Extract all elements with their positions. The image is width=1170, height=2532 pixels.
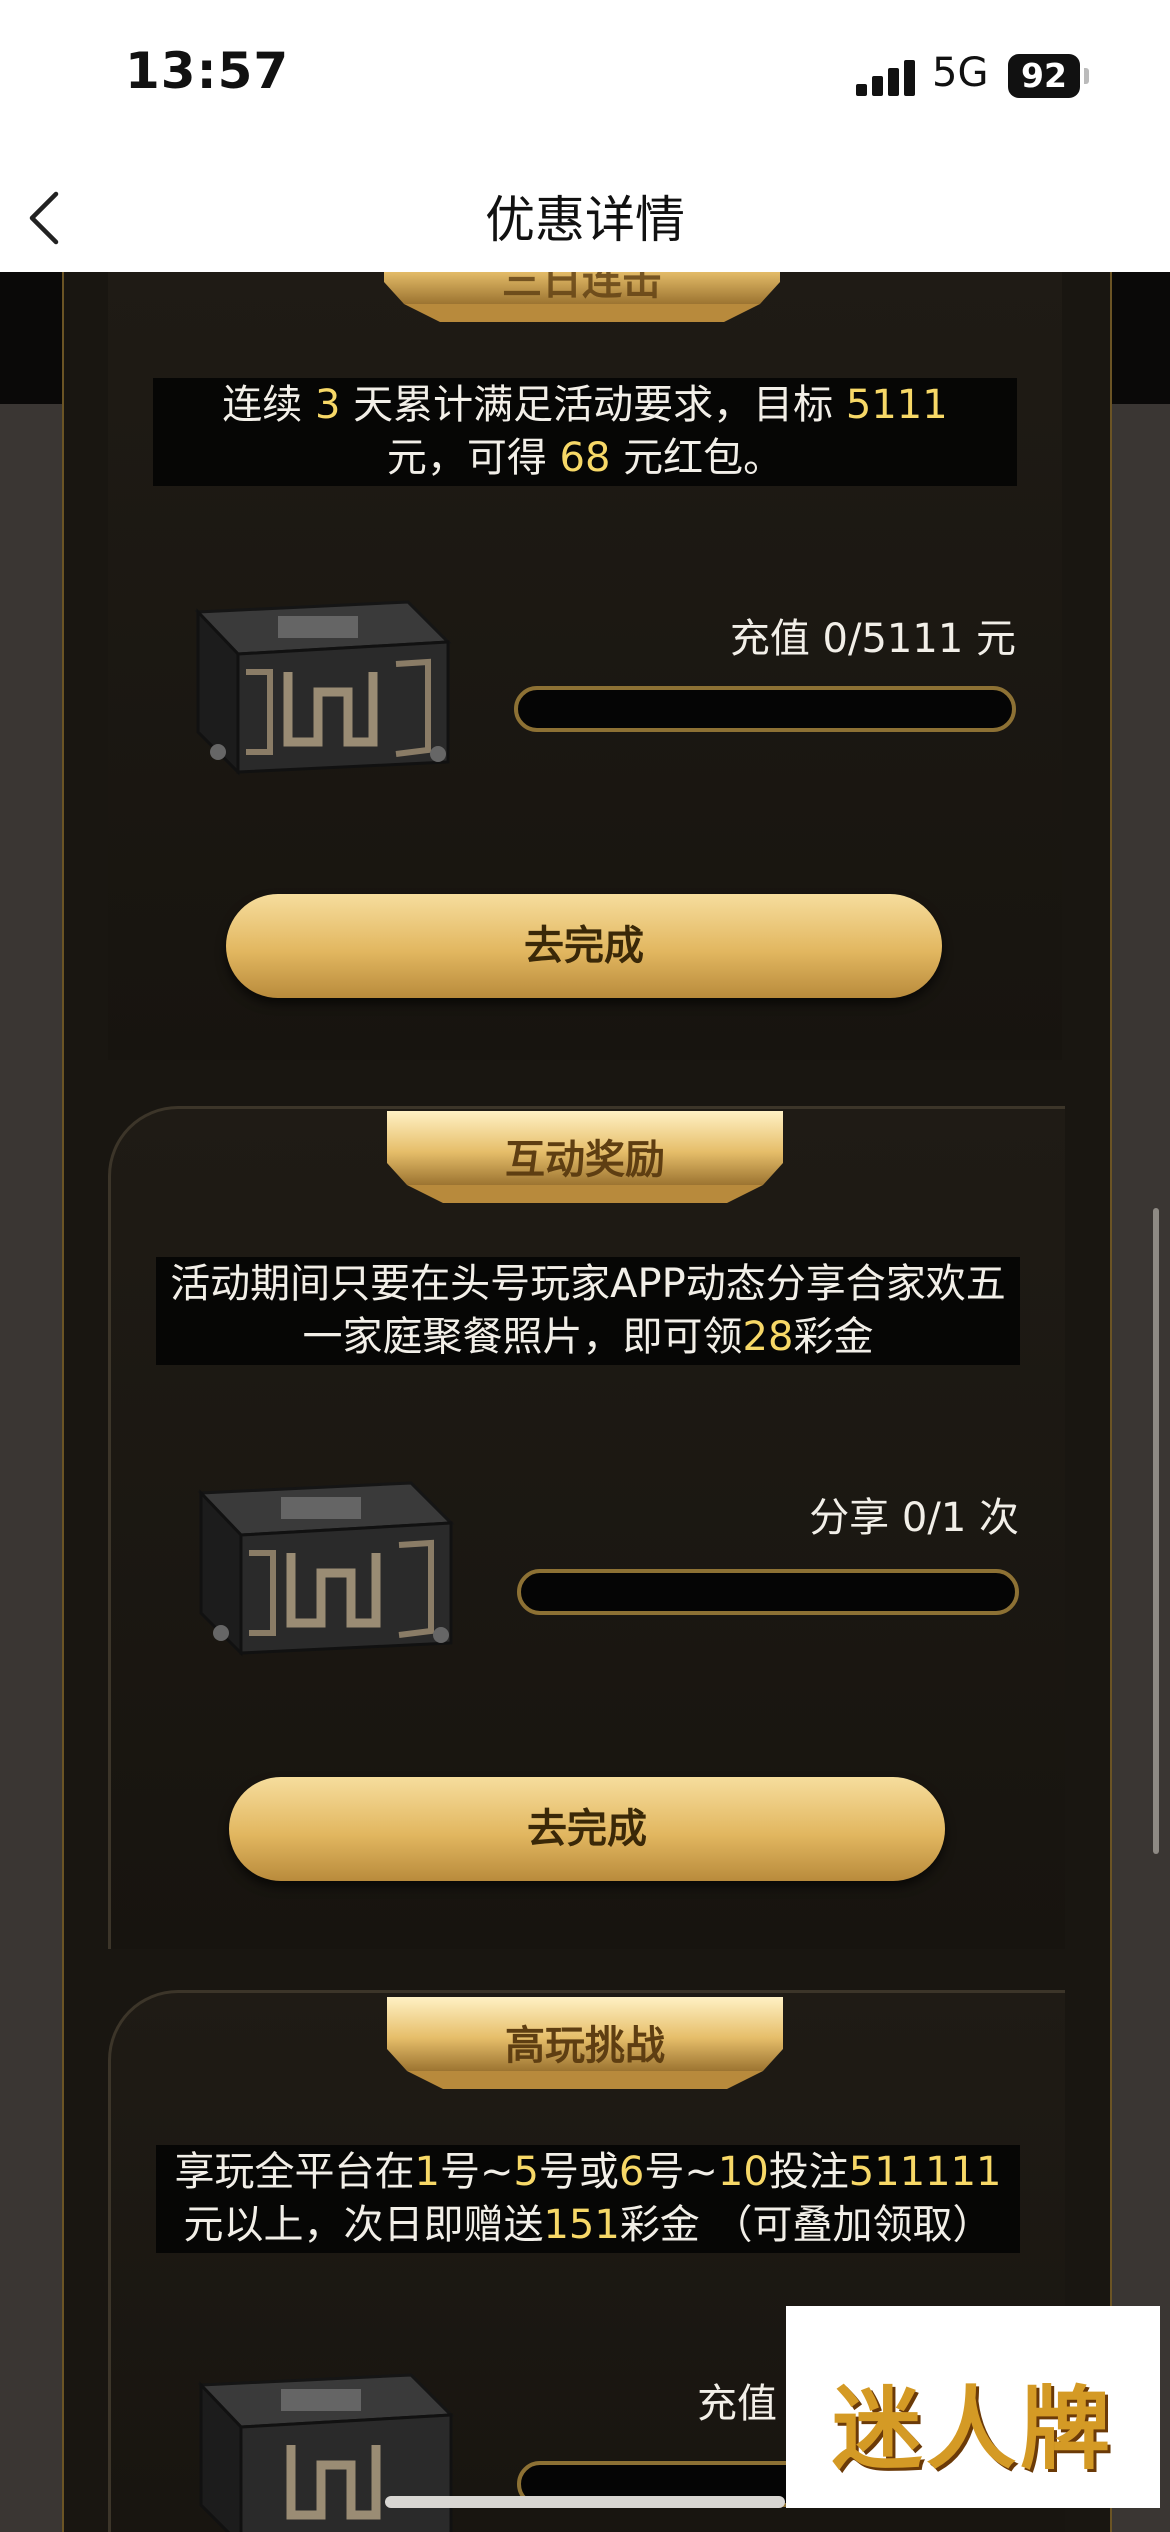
desc-text: 彩金 （可叠加领取）: [619, 2202, 993, 2248]
content-area: 三日连击 连续 3 天累计满足活动要求，目标 5111 元，可得 68 元红包。…: [0, 272, 1170, 2532]
desc-text: 号~: [439, 2149, 514, 2195]
desc-highlight: 511111: [848, 2149, 1002, 2195]
task-title: 互动奖励: [505, 1137, 665, 1183]
desc-highlight: 1: [414, 2149, 440, 2195]
task-card-2: 互动奖励 活动期间只要在头号玩家APP动态分享合家欢五一家庭聚餐照片，即可领28…: [108, 1106, 1065, 1949]
nav-bar: 优惠详情: [0, 160, 1170, 272]
page-title: 优惠详情: [485, 191, 685, 249]
status-time: 13:57: [125, 42, 290, 100]
task-card-1: 三日连击 连续 3 天累计满足活动要求，目标 5111 元，可得 68 元红包。…: [108, 272, 1062, 1060]
desc-highlight: 5111: [845, 382, 948, 428]
treasure-chest-icon: [194, 600, 452, 776]
progress-bar: [517, 1569, 1019, 1615]
desc-text: 号或: [538, 2149, 619, 2195]
complete-button[interactable]: 去完成: [229, 1777, 945, 1881]
battery-tip: [1084, 68, 1089, 84]
task-description: 享玩全平台在1号~5号或6号~10投注511111元以上，次日即赠送151彩金 …: [156, 2145, 1020, 2253]
status-bar: 13:57 5G 92: [0, 0, 1170, 160]
progress-bar: [514, 686, 1016, 732]
progress-label: 充值: [697, 2381, 777, 2427]
desc-text: 天累计满足活动要求，目标: [340, 382, 846, 428]
progress-label: 充值 0/5111 元: [729, 616, 1016, 662]
progress-label: 分享 0/1 次: [809, 1495, 1019, 1541]
desc-highlight: 5: [513, 2149, 539, 2195]
desc-highlight: 10: [717, 2149, 769, 2195]
task-description: 活动期间只要在头号玩家APP动态分享合家欢五一家庭聚餐照片，即可领28彩金: [156, 1257, 1020, 1365]
watermark-logo: 迷人牌: [786, 2306, 1160, 2508]
task-title: 高玩挑战: [505, 2023, 665, 2069]
treasure-chest-icon: [197, 1481, 455, 1657]
complete-button[interactable]: 去完成: [226, 894, 942, 998]
task-title: 三日连击: [502, 272, 662, 304]
desc-text: 连续: [222, 382, 316, 428]
desc-highlight: 151: [543, 2202, 620, 2248]
desc-highlight: 3: [315, 382, 341, 428]
desc-text: 号~: [644, 2149, 718, 2195]
desc-highlight: 68: [559, 435, 611, 481]
desc-text: 彩金: [793, 1314, 874, 1360]
network-type: 5G: [932, 50, 989, 96]
desc-text: 元以上，次日即赠送: [183, 2202, 544, 2248]
desc-highlight: 6: [618, 2149, 645, 2195]
desc-text: 投注: [768, 2149, 849, 2195]
desc-highlight: 28: [742, 1314, 794, 1360]
desc-text: 活动期间只要在头号玩家APP动态分享合家欢五一家庭聚餐照片，即可领: [170, 1261, 1006, 1360]
scrollbar[interactable]: [1153, 1208, 1159, 1854]
battery-icon: 92: [1008, 54, 1080, 98]
desc-text: 元红包。: [610, 435, 784, 481]
home-indicator[interactable]: [385, 2496, 785, 2508]
desc-text: 享玩全平台在: [174, 2149, 415, 2195]
desc-text: 元，可得: [386, 435, 560, 481]
watermark-text: 迷人牌: [832, 2376, 1114, 2482]
cellular-signal-icon: [856, 60, 918, 96]
task-description: 连续 3 天累计满足活动要求，目标 5111 元，可得 68 元红包。: [153, 378, 1017, 486]
